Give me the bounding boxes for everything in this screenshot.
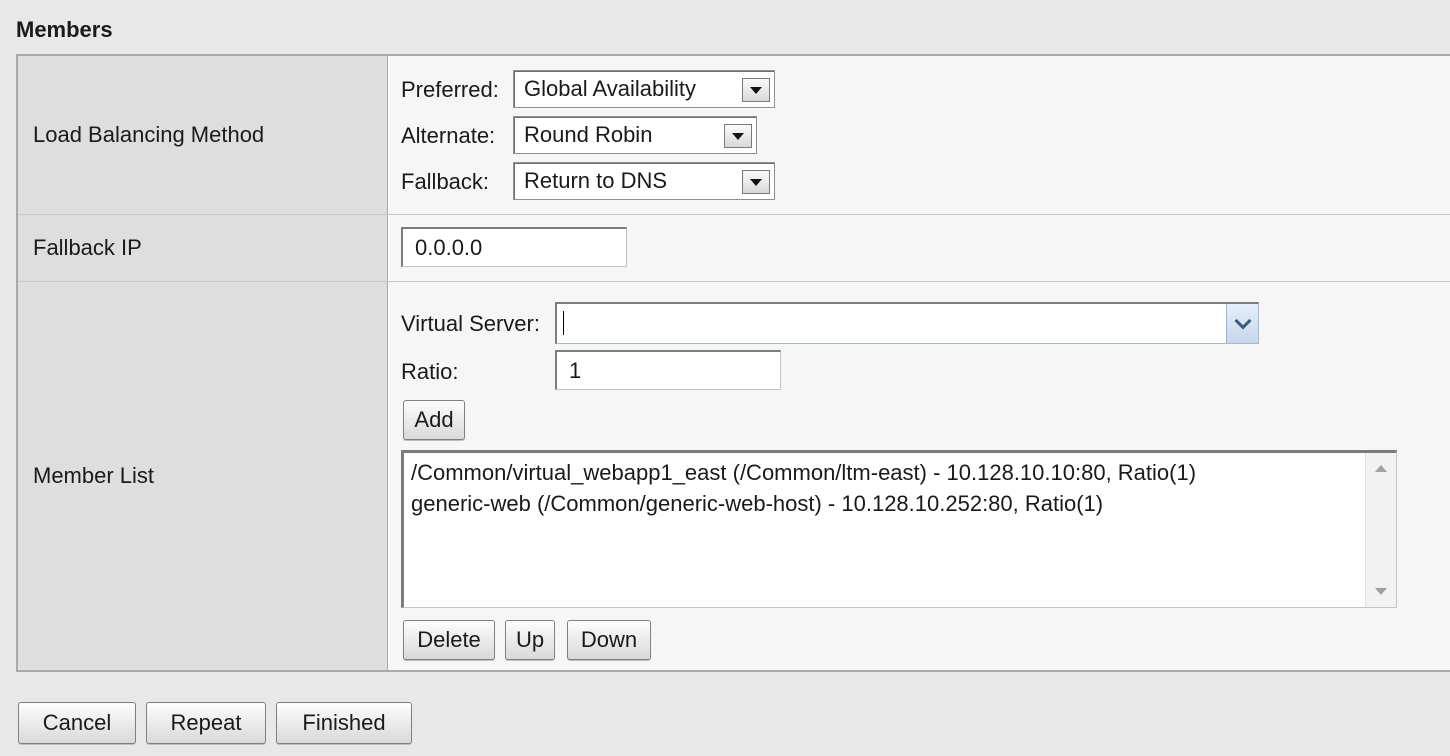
ratio-label: Ratio:	[401, 359, 459, 384]
section-title: Members	[16, 17, 113, 42]
list-item[interactable]: generic-web (/Common/generic-web-host) -…	[411, 488, 1362, 519]
member-list-cell: Virtual Server: Ratio: 1 Add /Common/vir…	[389, 282, 1450, 670]
load-balancing-method-cell: Preferred: Global Availability Alternate…	[389, 56, 1450, 214]
cancel-button[interactable]: Cancel	[18, 702, 136, 744]
fallback-select[interactable]: Return to DNS	[513, 162, 775, 200]
scroll-down-arrow-icon[interactable]	[1375, 588, 1387, 595]
member-list-items: /Common/virtual_webapp1_east (/Common/lt…	[411, 457, 1362, 519]
member-listbox[interactable]: /Common/virtual_webapp1_east (/Common/lt…	[401, 450, 1397, 608]
members-form-table: Load Balancing Method Preferred: Global …	[16, 54, 1450, 672]
chevron-down-icon[interactable]	[1226, 304, 1258, 343]
list-item[interactable]: /Common/virtual_webapp1_east (/Common/lt…	[411, 457, 1362, 488]
down-button[interactable]: Down	[567, 620, 651, 660]
alternate-select[interactable]: Round Robin	[513, 116, 757, 154]
dropdown-arrow-icon[interactable]	[742, 170, 770, 194]
ratio-input[interactable]: 1	[555, 350, 781, 390]
preferred-select[interactable]: Global Availability	[513, 70, 775, 108]
up-button[interactable]: Up	[505, 620, 555, 660]
row-member-list: Member List Virtual Server: Ratio: 1 Add…	[18, 282, 1450, 670]
alternate-label: Alternate:	[401, 123, 496, 148]
ratio-value: 1	[569, 357, 582, 383]
fallback-ip-value: 0.0.0.0	[415, 234, 483, 260]
dropdown-arrow-icon[interactable]	[724, 124, 752, 148]
fallback-ip-input[interactable]: 0.0.0.0	[401, 227, 627, 267]
fallback-ip-label: Fallback IP	[18, 215, 388, 281]
fallback-select-value: Return to DNS	[524, 168, 668, 193]
virtual-server-label: Virtual Server:	[401, 311, 540, 336]
virtual-server-combobox[interactable]	[555, 302, 1259, 344]
preferred-label: Preferred:	[401, 77, 499, 102]
form-actions-bar: Cancel Repeat Finished	[0, 672, 1450, 756]
fallback-ip-cell: 0.0.0.0	[389, 215, 1450, 281]
row-load-balancing-method: Load Balancing Method Preferred: Global …	[18, 56, 1450, 215]
scroll-up-arrow-icon[interactable]	[1375, 465, 1387, 472]
add-button[interactable]: Add	[403, 400, 465, 440]
listbox-scrollbar[interactable]	[1365, 453, 1396, 607]
repeat-button[interactable]: Repeat	[146, 702, 266, 744]
preferred-select-value: Global Availability	[524, 76, 697, 101]
dropdown-arrow-icon[interactable]	[742, 78, 770, 102]
finished-button[interactable]: Finished	[276, 702, 412, 744]
delete-button[interactable]: Delete	[403, 620, 495, 660]
row-fallback-ip: Fallback IP 0.0.0.0	[18, 215, 1450, 282]
alternate-select-value: Round Robin	[524, 122, 653, 147]
text-caret	[563, 311, 564, 335]
fallback-label: Fallback:	[401, 169, 490, 194]
member-list-label: Member List	[18, 282, 388, 670]
load-balancing-method-label: Load Balancing Method	[18, 56, 388, 214]
